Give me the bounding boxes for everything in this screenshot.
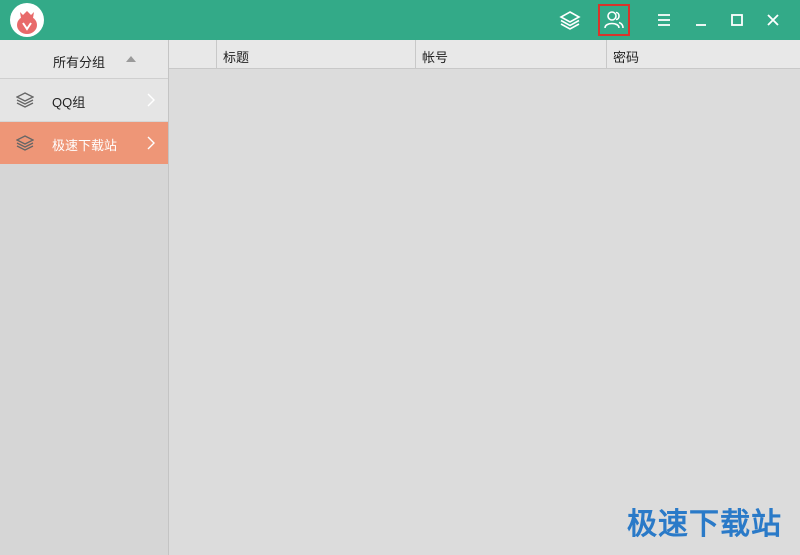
table-body[interactable] [169,69,800,555]
sidebar-item-qq[interactable]: QQ组 [0,79,168,121]
column-header-password[interactable]: 密码 [613,47,639,66]
column-separator [216,40,217,68]
column-separator [415,40,416,68]
menu-icon [658,14,670,26]
sidebar-item-label: QQ组 [52,95,86,110]
close-button[interactable] [758,6,788,34]
column-separator [606,40,607,68]
users-button[interactable] [598,4,630,36]
sidebar-item-label: 极速下载站 [52,138,118,153]
table-header: 标题 帐号 密码 [169,40,800,69]
column-header-title[interactable]: 标题 [223,47,249,66]
group-header[interactable]: 所有分组 [0,40,168,79]
minimize-button[interactable] [686,6,716,34]
sidebar: 所有分组 QQ组 极速下载站 [0,40,169,555]
minimize-icon [696,24,706,26]
column-header-account[interactable]: 帐号 [422,47,448,66]
chevron-right-icon [147,136,155,150]
layers-icon [16,92,34,108]
collapse-up-icon[interactable] [126,55,136,62]
group-header-label: 所有分组 [53,55,106,70]
app-logo-icon [10,3,44,37]
layers-icon [16,135,34,151]
sidebar-item-jisu[interactable]: 极速下载站 [0,122,168,164]
menu-button[interactable] [649,6,679,34]
maximize-button[interactable] [722,6,752,34]
chevron-right-icon [147,93,155,107]
layers-button[interactable] [555,6,585,34]
maximize-icon [731,14,743,26]
users-icon [604,11,624,29]
layers-icon [559,11,581,30]
main-panel: 标题 帐号 密码 [169,40,800,555]
close-icon [767,14,779,26]
title-bar [0,0,800,40]
watermark-text: 极速下载站 [627,508,782,541]
